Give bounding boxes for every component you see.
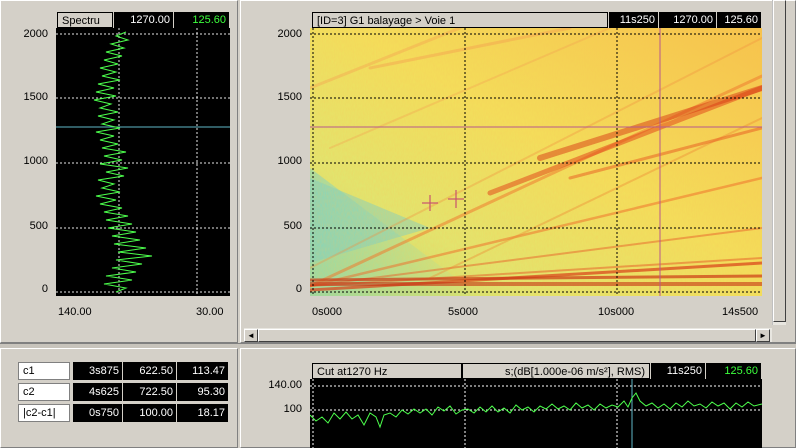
spectrogram-x-tick: 14s500 bbox=[722, 306, 759, 318]
spectrogram-x-tick: 10s000 bbox=[598, 306, 635, 318]
spectrogram-y-tick: 1000 bbox=[277, 155, 302, 167]
cursor-freq: 722.50 bbox=[122, 383, 176, 401]
spectrum-x-tick: 30.00 bbox=[196, 306, 224, 318]
spectrogram-plot[interactable] bbox=[310, 28, 762, 296]
cut-title: Cut at1270 Hz bbox=[312, 363, 462, 379]
spectrum-y-tick: 1500 bbox=[23, 91, 48, 103]
scroll-right-button[interactable]: ► bbox=[756, 329, 770, 342]
horizontal-scrollbar-thumb[interactable] bbox=[258, 329, 756, 342]
cut-y-tick: 100 bbox=[283, 403, 302, 415]
cut-time-value: 11s250 bbox=[650, 363, 705, 379]
cut-y-tick: 140.00 bbox=[268, 379, 302, 391]
cursor-name: c1 bbox=[18, 362, 70, 380]
cursor-row-c1[interactable]: c1 3s875 622.50 113.47 bbox=[18, 362, 230, 380]
cursor-name: |c2-c1| bbox=[18, 404, 70, 422]
cursor-time: 3s875 bbox=[72, 362, 122, 380]
spectrogram-title: [ID=3] G1 balayage > Voie 1 bbox=[312, 12, 608, 28]
spectrum-y-tick: 1000 bbox=[23, 155, 48, 167]
spectrogram-vertical-scrollbar[interactable] bbox=[772, 0, 786, 325]
cursor-freq: 100.00 bbox=[122, 404, 176, 422]
cursor-level: 18.17 bbox=[176, 404, 228, 422]
cursor-level: 113.47 bbox=[176, 362, 228, 380]
spectrum-x-tick: 140.00 bbox=[58, 306, 92, 318]
spectrum-title: Spectru bbox=[57, 12, 113, 28]
spectrogram-y-tick: 1500 bbox=[277, 91, 302, 103]
spectrum-freq-value: 1270.00 bbox=[113, 12, 173, 28]
scroll-left-button[interactable]: ◄ bbox=[244, 329, 258, 342]
spectrogram-x-tick: 5s000 bbox=[448, 306, 478, 318]
cut-level-value: 125.60 bbox=[705, 363, 761, 379]
cursor-row-c2[interactable]: c2 4s625 722.50 95.30 bbox=[18, 383, 230, 401]
cut-plot[interactable] bbox=[310, 379, 762, 448]
spectrogram-time-value: 11s250 bbox=[608, 12, 658, 28]
spectrum-y-tick: 2000 bbox=[23, 28, 48, 40]
vertical-scrollbar-thumb[interactable] bbox=[773, 0, 786, 322]
cursor-freq: 622.50 bbox=[122, 362, 176, 380]
cursor-time: 4s625 bbox=[72, 383, 122, 401]
spectrogram-x-tick: 0s000 bbox=[312, 306, 342, 318]
spectrogram-level-value: 125.60 bbox=[716, 12, 761, 28]
cursor-time: 0s750 bbox=[72, 404, 122, 422]
spectrum-plot[interactable] bbox=[56, 28, 230, 296]
spectrogram-y-tick: 0 bbox=[295, 283, 302, 295]
spectrogram-y-tick: 500 bbox=[283, 220, 302, 232]
cursor-row-delta[interactable]: |c2-c1| 0s750 100.00 18.17 bbox=[18, 404, 230, 422]
cursor-name: c2 bbox=[18, 383, 70, 401]
spectrum-y-tick: 0 bbox=[41, 283, 48, 295]
cut-unit: s;(dB[1.000e-06 m/s²], RMS) bbox=[462, 363, 650, 379]
spectrum-y-tick: 500 bbox=[29, 220, 48, 232]
spectrogram-horizontal-scrollbar[interactable]: ◄ ► bbox=[244, 328, 772, 342]
spectrum-level-value: 125.60 bbox=[173, 12, 229, 28]
spectrogram-y-tick: 2000 bbox=[277, 28, 302, 40]
spectrogram-freq-value: 1270.00 bbox=[658, 12, 716, 28]
cursor-level: 95.30 bbox=[176, 383, 228, 401]
